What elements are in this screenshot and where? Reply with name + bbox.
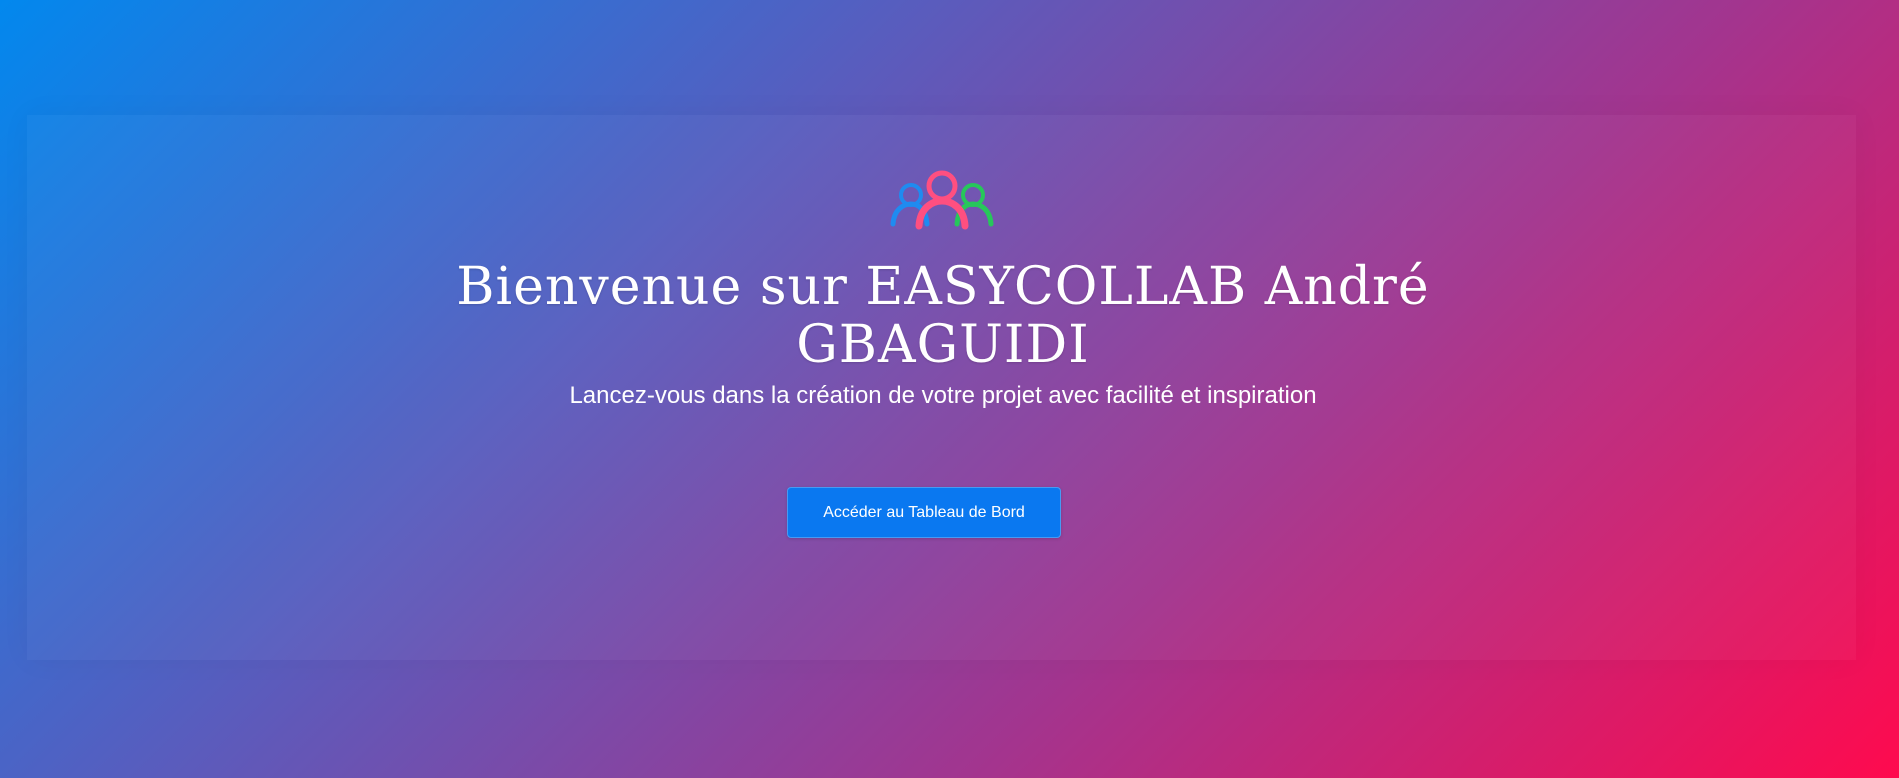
- page-title: Bienvenue sur EASYCOLLAB André GBAGUIDI: [456, 257, 1430, 375]
- team-collaboration-icon: [890, 170, 994, 230]
- dashboard-button[interactable]: Accéder au Tableau de Bord: [787, 487, 1061, 538]
- page-subtitle: Lancez-vous dans la création de votre pr…: [569, 382, 1317, 409]
